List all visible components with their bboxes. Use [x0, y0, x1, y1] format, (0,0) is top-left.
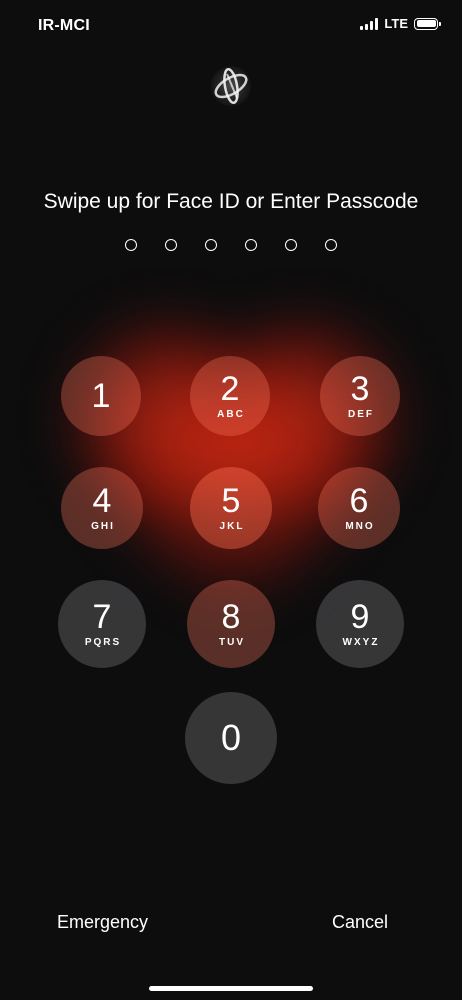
keypad-key-4[interactable]: 4 GHI — [61, 467, 143, 549]
keypad-key-8[interactable]: 8 TUV — [187, 580, 275, 668]
key-digit: 8 — [221, 597, 241, 636]
key-digit: 4 — [92, 481, 112, 520]
key-letters: MNO — [345, 520, 375, 532]
key-letters: PQRS — [84, 636, 122, 648]
passcode-dots — [0, 239, 462, 251]
cancel-button[interactable]: Cancel — [332, 912, 388, 933]
key-letters: JKL — [219, 520, 245, 532]
passcode-dot — [205, 239, 217, 251]
network-type: LTE — [384, 16, 408, 31]
lock-screen: IR-MCI LTE Swipe up for Face ID or Enter… — [0, 0, 462, 1000]
keypad-key-1[interactable]: 1 — [61, 356, 141, 436]
status-bar: IR-MCI LTE — [0, 0, 462, 52]
signal-icon — [360, 17, 379, 30]
key-digit: 1 — [91, 377, 111, 415]
key-letters: DEF — [348, 408, 374, 420]
key-digit: 5 — [221, 481, 241, 520]
status-indicators: LTE — [360, 16, 441, 31]
key-digit: 0 — [220, 717, 242, 758]
key-digit: 3 — [350, 369, 370, 408]
keypad-key-7[interactable]: 7 PQRS — [58, 580, 146, 668]
passcode-prompt: Swipe up for Face ID or Enter Passcode — [43, 190, 419, 213]
key-digit: 9 — [350, 597, 370, 636]
keypad-key-9[interactable]: 9 WXYZ — [316, 580, 404, 668]
key-letters: ABC — [217, 408, 245, 420]
key-letters: WXYZ — [342, 636, 380, 648]
key-digit: 7 — [92, 597, 112, 636]
passcode-dot — [125, 239, 137, 251]
emergency-button[interactable]: Emergency — [57, 912, 148, 933]
passcode-dot — [285, 239, 297, 251]
key-letters: GHI — [91, 520, 115, 532]
carrier-name: IR-MCI — [38, 17, 90, 34]
key-letters: TUV — [219, 636, 245, 648]
passcode-dot — [245, 239, 257, 251]
passcode-dot — [165, 239, 177, 251]
battery-icon — [414, 17, 441, 30]
key-digit: 6 — [349, 481, 369, 520]
keypad-key-6[interactable]: 6 MNO — [318, 467, 400, 549]
keypad-key-2[interactable]: 2 ABC — [190, 356, 270, 436]
keypad-key-3[interactable]: 3 DEF — [320, 356, 400, 436]
passcode-dot — [325, 239, 337, 251]
keypad-key-0[interactable]: 0 — [185, 692, 277, 784]
home-indicator[interactable] — [149, 986, 313, 991]
keypad-key-5[interactable]: 5 JKL — [190, 467, 272, 549]
key-digit: 2 — [220, 369, 240, 408]
faceid-icon — [207, 62, 255, 110]
